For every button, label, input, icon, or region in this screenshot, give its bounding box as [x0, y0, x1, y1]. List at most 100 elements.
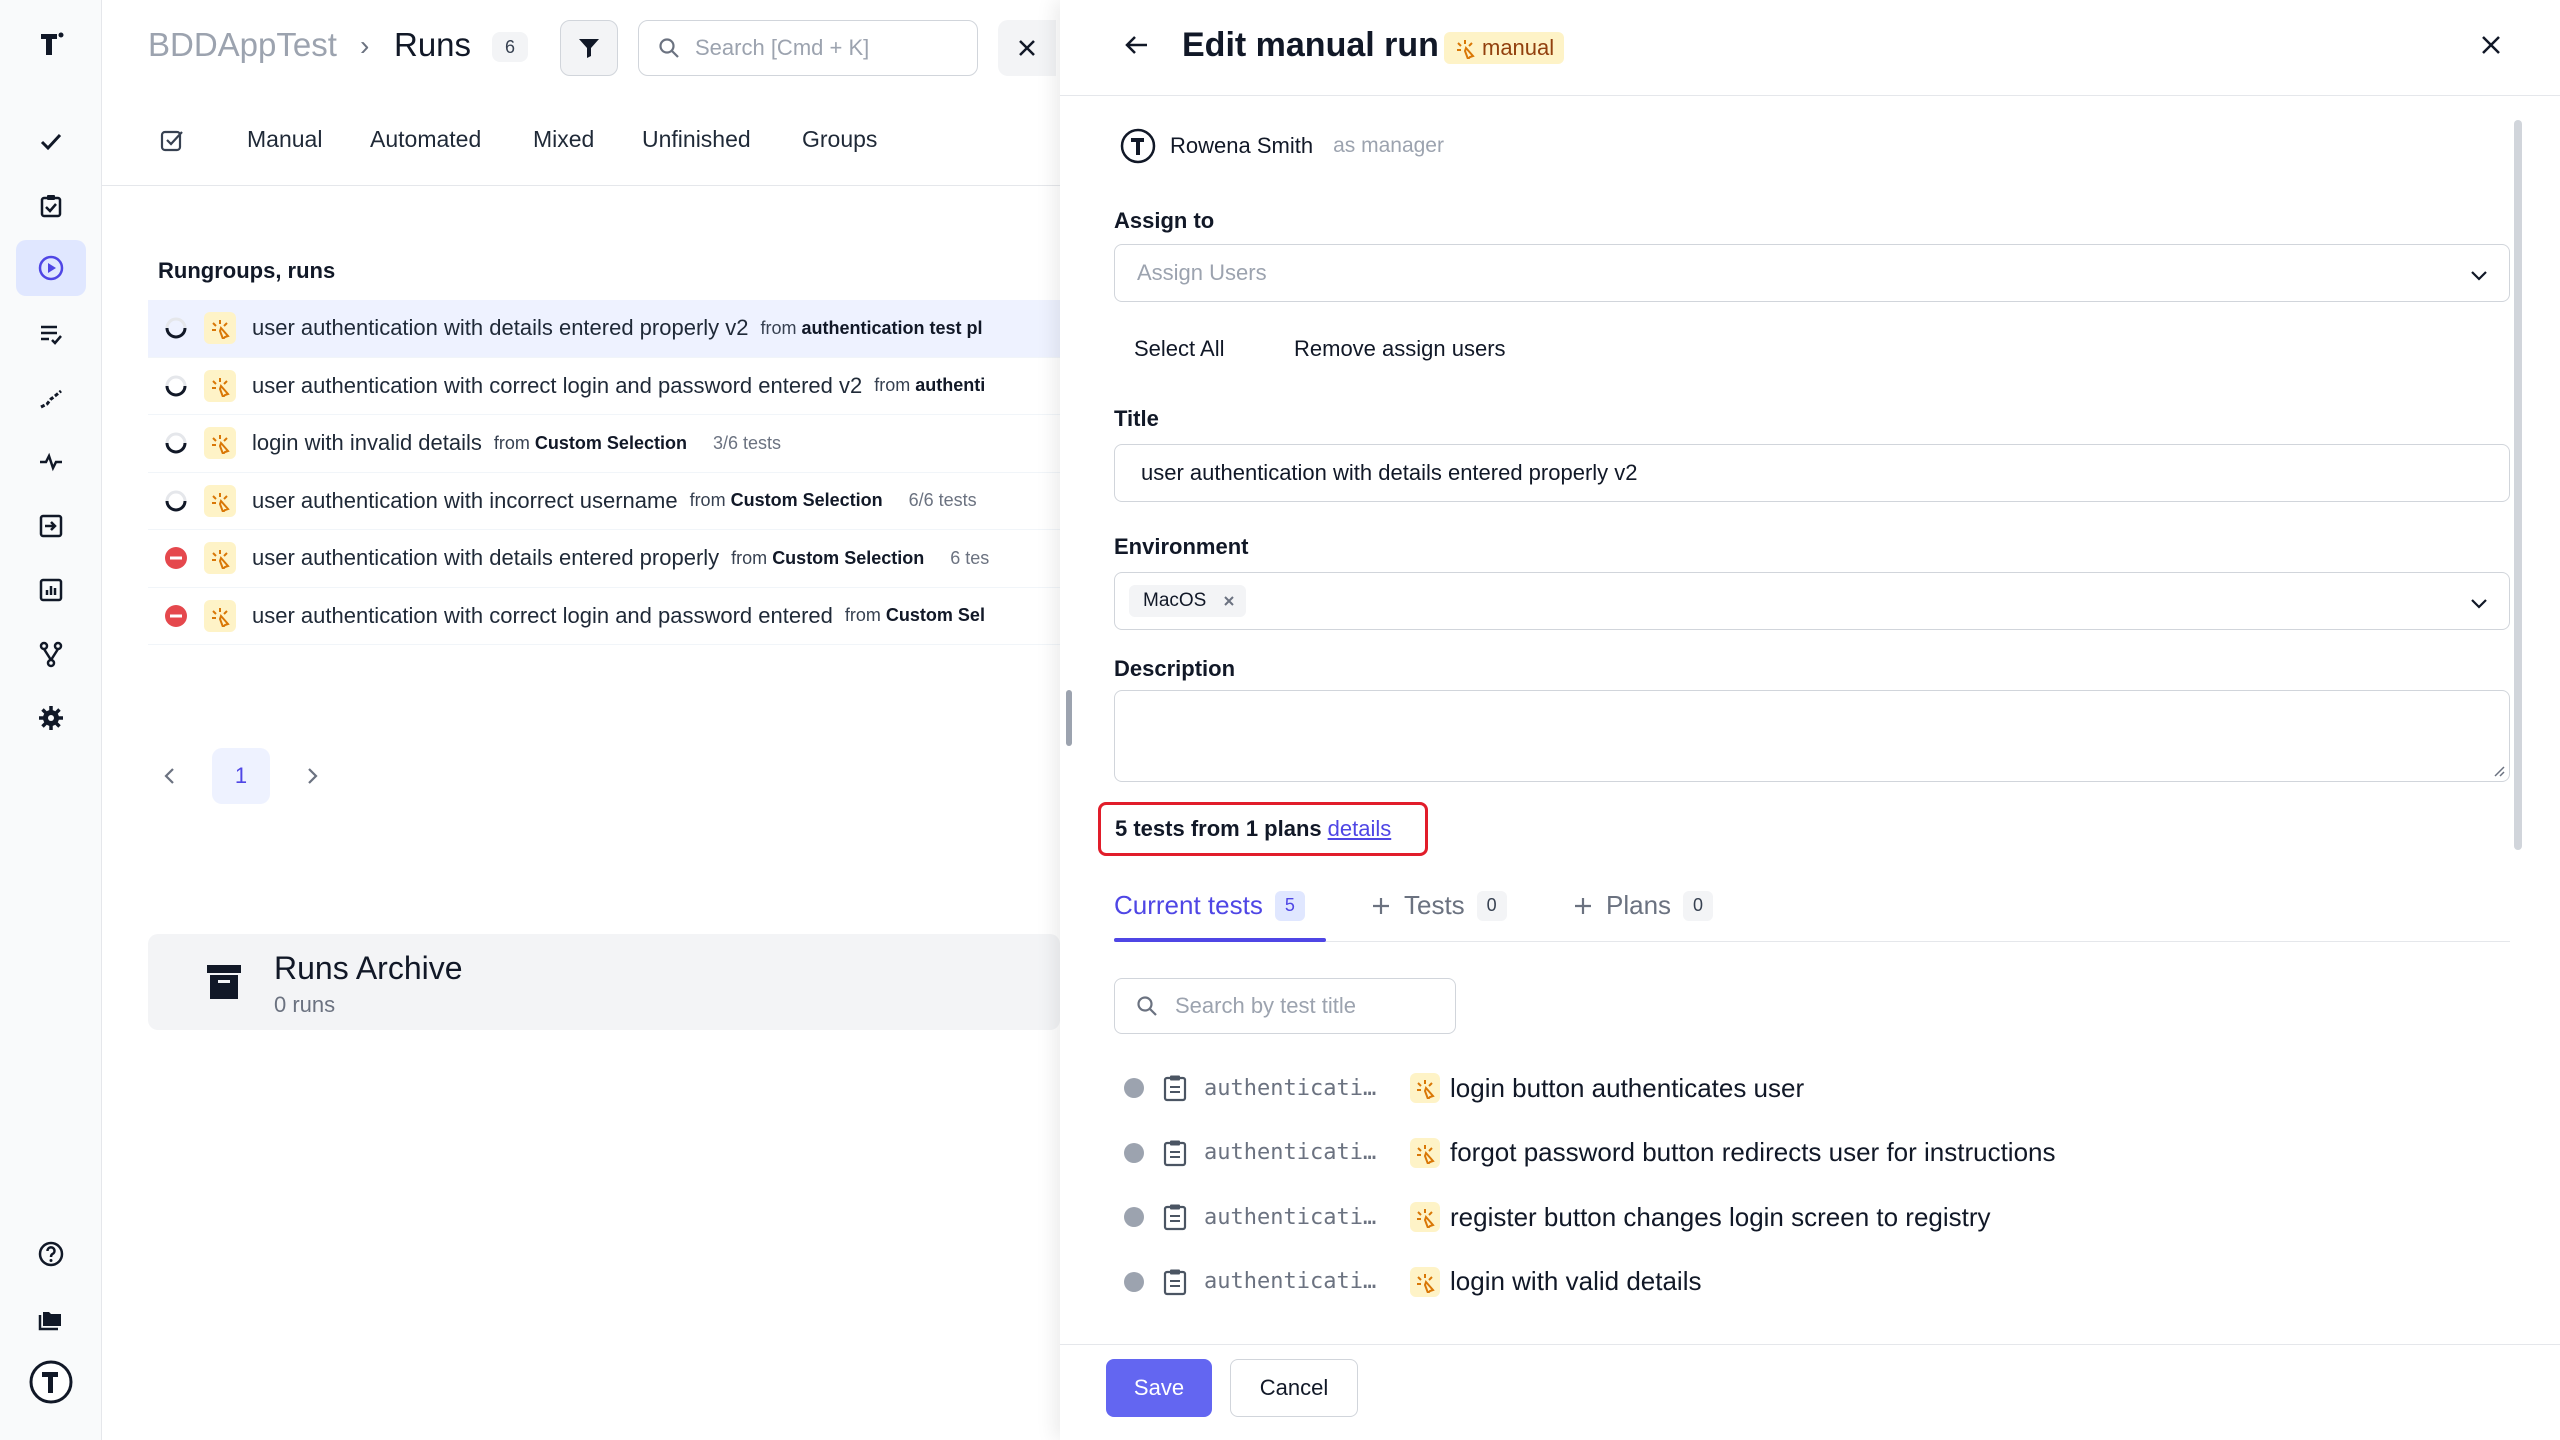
tab-groups[interactable]: Groups [802, 126, 877, 153]
chevron-right-icon[interactable] [300, 764, 324, 788]
run-title: user authentication with correct login a… [252, 372, 863, 398]
avatar[interactable] [16, 1354, 86, 1410]
run-source: from Custom Sel [845, 605, 985, 626]
test-status-dot [1124, 1078, 1144, 1099]
branch-icon[interactable] [16, 626, 86, 682]
clipboard-icon [1163, 1075, 1187, 1102]
runs-archive[interactable]: Runs Archive 0 runs [148, 934, 1060, 1030]
tab-add-tests[interactable]: Tests 0 [1370, 890, 1507, 921]
manual-hand-icon [204, 542, 236, 575]
pulse-icon[interactable] [16, 434, 86, 490]
in-progress-status-icon [162, 429, 190, 457]
run-source: from Custom Selection [494, 433, 687, 454]
assign-placeholder: Assign Users [1137, 260, 1267, 285]
plus-icon [1575, 897, 1591, 914]
manual-hand-icon [1457, 40, 1475, 59]
environment-label: Environment [1114, 534, 1249, 559]
test-search-field[interactable] [1114, 978, 1456, 1034]
chevron-left-icon[interactable] [158, 764, 182, 788]
run-source-prefix: from [689, 490, 726, 511]
chevron-down-icon [2471, 599, 2487, 609]
panel-header: Edit manual run manual [1060, 0, 2560, 96]
run-source-prefix: from [874, 375, 911, 396]
close-icon[interactable] [2474, 28, 2508, 62]
description-label: Description [1114, 656, 1236, 681]
tab-current-tests-label: Current tests [1114, 890, 1263, 920]
page-number[interactable]: 1 [212, 748, 270, 804]
run-source-name: Custom Sel [885, 605, 985, 626]
test-row[interactable]: authentication test plan login with valid… [1120, 1250, 2500, 1315]
clipboard-icon [1163, 1269, 1187, 1295]
folders-icon[interactable] [16, 1290, 86, 1346]
tab-current-tests[interactable]: Current tests 5 [1114, 890, 1305, 921]
description-textarea[interactable] [1114, 690, 2510, 782]
breadcrumb-project[interactable]: BDDAppTest [148, 26, 337, 64]
checkmark-icon[interactable] [16, 114, 86, 170]
close-search-button[interactable] [998, 20, 1056, 76]
clipboard-icon [1163, 1204, 1187, 1231]
remove-assign-button[interactable]: Remove assign users [1294, 336, 1506, 362]
back-arrow-icon[interactable] [1120, 28, 1154, 62]
test-status-dot [1124, 1207, 1144, 1228]
tab-manual[interactable]: Manual [247, 126, 322, 153]
logo-icon[interactable] [16, 16, 86, 72]
tab-automated[interactable]: Automated [370, 126, 481, 153]
select-all-button[interactable]: Select All [1134, 336, 1225, 362]
panel-title: Edit manual run [1182, 26, 1439, 64]
run-row[interactable]: user authentication with correct login a… [148, 358, 1060, 415]
resize-grip-icon[interactable] [2491, 763, 2505, 777]
chevron-down-icon [2471, 271, 2487, 281]
remove-chip-icon[interactable] [1222, 594, 1236, 608]
nav-rail [0, 0, 102, 1440]
play-circle-icon[interactable] [16, 240, 86, 296]
test-suite: authentication test plan [1204, 1204, 1380, 1230]
search-field[interactable] [638, 20, 978, 76]
tab-mixed[interactable]: Mixed [533, 126, 594, 153]
filter-button[interactable] [560, 20, 618, 76]
run-title: user authentication with details entered… [252, 545, 720, 571]
import-icon[interactable] [16, 498, 86, 554]
save-button[interactable]: Save [1106, 1359, 1212, 1417]
tests-summary-text: 5 tests from 1 plans [1115, 816, 1322, 841]
select-runs-icon[interactable] [158, 126, 186, 154]
manual-hand-icon [204, 484, 236, 517]
active-tab-indicator [1114, 938, 1326, 942]
test-row[interactable]: authentication test plan register button … [1120, 1185, 2500, 1250]
manual-hand-icon [204, 369, 236, 402]
manual-badge-label: manual [1482, 35, 1555, 60]
manual-hand-icon [1410, 1202, 1440, 1233]
failed-status-icon [162, 602, 190, 630]
run-row[interactable]: login with invalid details from Custom Se… [148, 415, 1060, 473]
environment-select[interactable]: MacOS [1114, 572, 2510, 630]
test-row[interactable]: authentication test plan login button aut… [1120, 1056, 2500, 1121]
cancel-button[interactable]: Cancel [1230, 1359, 1358, 1417]
tab-add-plans[interactable]: Plans 0 [1572, 890, 1714, 921]
breadcrumb-separator: › [360, 30, 370, 61]
clipboard-check-icon[interactable] [16, 178, 86, 234]
tab-unfinished[interactable]: Unfinished [642, 126, 751, 153]
environment-value: MacOS [1143, 590, 1207, 611]
run-row[interactable]: user authentication with correct login a… [148, 588, 1060, 645]
title-input[interactable]: user authentication with details entered… [1114, 444, 2510, 502]
gear-icon[interactable] [16, 690, 86, 746]
steps-icon[interactable] [16, 370, 86, 426]
run-row[interactable]: user authentication with details entered… [148, 300, 1060, 358]
run-row[interactable]: user authentication with incorrect usern… [148, 473, 1060, 530]
details-link[interactable]: details [1328, 816, 1392, 842]
test-row[interactable]: authentication test plan forgot password … [1120, 1121, 2500, 1186]
list-check-icon[interactable] [16, 306, 86, 362]
help-icon[interactable] [16, 1226, 86, 1282]
test-suite: authentication test plan [1204, 1075, 1380, 1101]
in-progress-status-icon [162, 372, 190, 400]
run-title: user authentication with incorrect usern… [252, 487, 678, 513]
test-search-input[interactable] [1175, 993, 1445, 1019]
run-manager: Rowena Smith as manager [1120, 128, 1444, 164]
run-source-name: Custom Selection [730, 490, 883, 511]
run-row[interactable]: user authentication with details entered… [148, 530, 1060, 588]
search-input[interactable] [695, 35, 965, 61]
assign-users-select[interactable]: Assign Users [1114, 244, 2510, 302]
panel-resize-handle[interactable] [1066, 690, 1072, 746]
manual-hand-icon [1410, 1266, 1440, 1297]
analytics-icon[interactable] [16, 562, 86, 618]
panel-scrollbar[interactable] [2514, 120, 2522, 850]
